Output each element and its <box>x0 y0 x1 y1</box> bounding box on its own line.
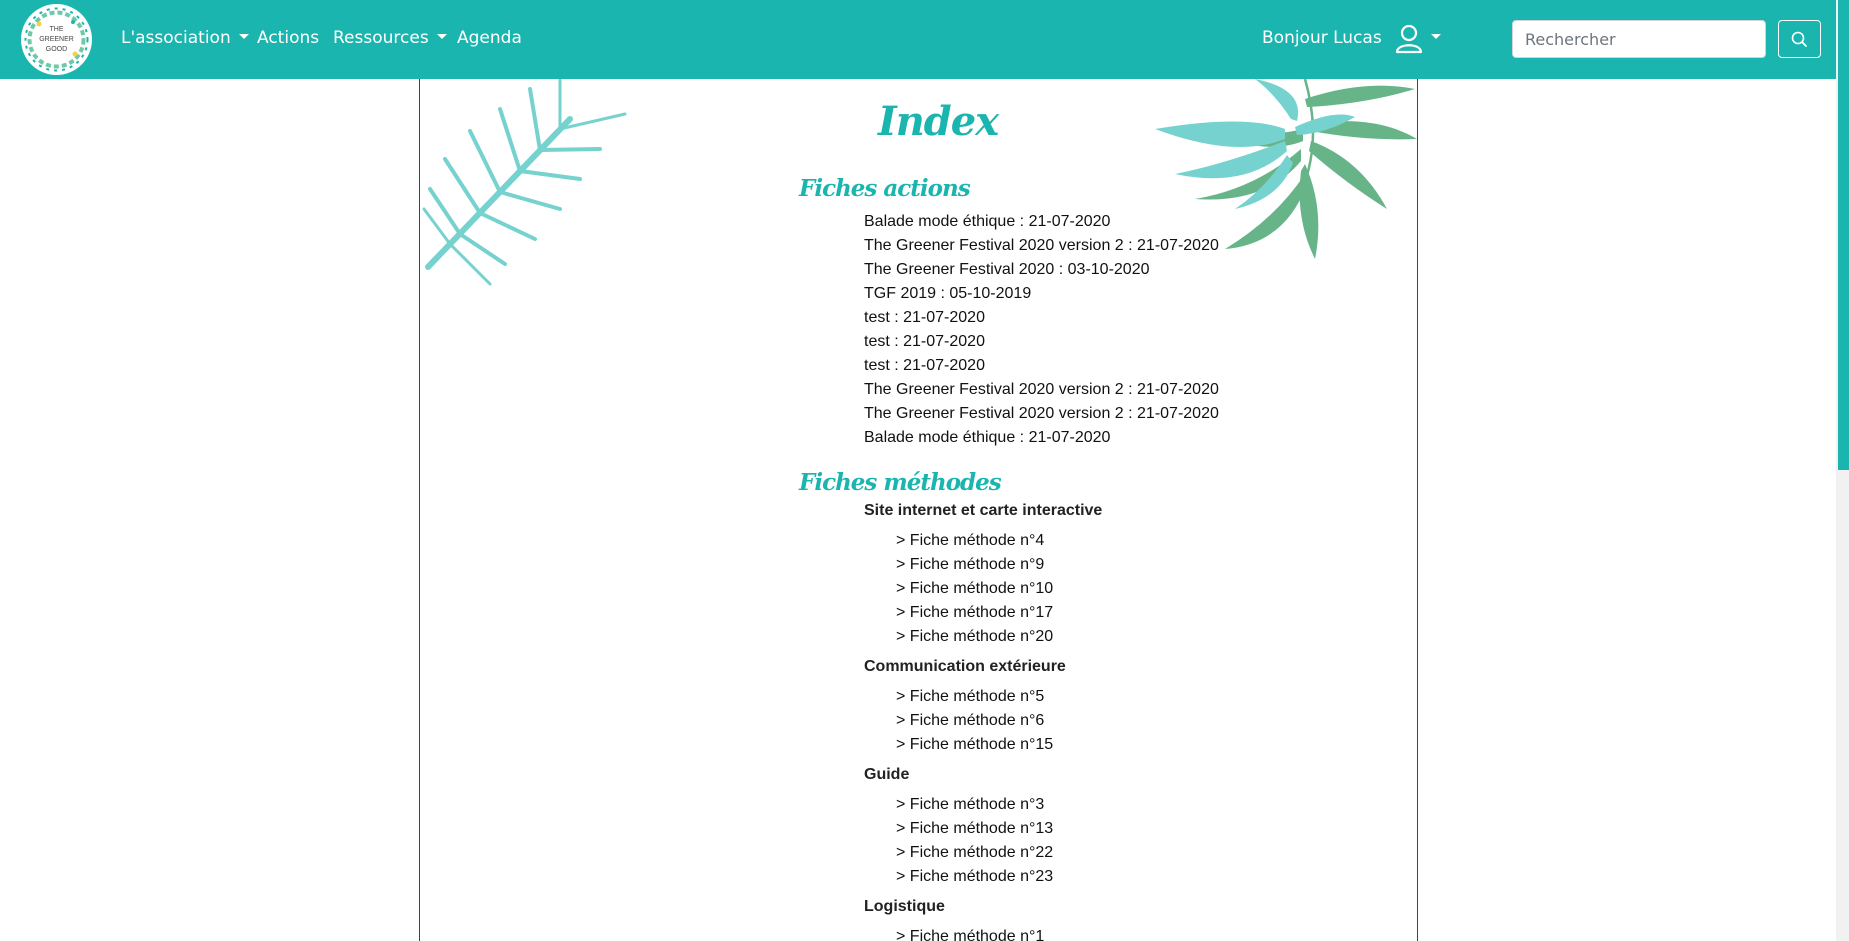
list-item: > Fiche méthode n°9 <box>896 553 1102 577</box>
list-item: > Fiche méthode n°10 <box>896 577 1102 601</box>
group-list: > Fiche méthode n°1 <box>864 925 1102 941</box>
list-item: > Fiche méthode n°22 <box>896 841 1102 865</box>
palm-leaf-decoration <box>422 79 627 286</box>
list-item: TGF 2019 : 05-10-2019 <box>864 282 1219 306</box>
nav-item-actions[interactable]: Actions <box>257 27 319 49</box>
chevron-down-icon <box>436 33 447 39</box>
method-link[interactable]: > Fiche méthode n°10 <box>896 580 1053 597</box>
method-link[interactable]: > Fiche méthode n°13 <box>896 820 1053 837</box>
method-link[interactable]: > Fiche méthode n°1 <box>896 928 1044 941</box>
group-title-communication: Communication extérieure <box>864 658 1066 675</box>
method-link[interactable]: > Fiche méthode n°3 <box>896 796 1044 813</box>
method-link[interactable]: > Fiche méthode n°22 <box>896 844 1053 861</box>
nav-item-agenda[interactable]: Agenda <box>457 27 522 49</box>
logo-text-line-2: GREENER <box>39 36 74 43</box>
list-item: The Greener Festival 2020 : 03-10-2020 <box>864 258 1219 282</box>
method-link[interactable]: > Fiche méthode n°4 <box>896 532 1044 549</box>
method-link[interactable]: > Fiche méthode n°20 <box>896 628 1053 645</box>
list-item: > Fiche méthode n°23 <box>896 865 1102 889</box>
action-link[interactable]: The Greener Festival 2020 version 2 : 21… <box>864 237 1219 254</box>
method-link[interactable]: > Fiche méthode n°5 <box>896 688 1044 705</box>
search-button[interactable] <box>1778 20 1821 58</box>
user-icon <box>1395 24 1441 54</box>
action-link[interactable]: Balade mode éthique : 21-07-2020 <box>864 213 1110 230</box>
action-link[interactable]: The Greener Festival 2020 version 2 : 21… <box>864 405 1219 422</box>
action-link[interactable]: test : 21-07-2020 <box>864 357 985 374</box>
logo-text-line-3: GOOD <box>46 46 67 53</box>
top-navbar: THE GREENER GOOD L'association Actions R… <box>0 0 1849 79</box>
logo-text-line-1: THE <box>50 26 64 33</box>
group-title-guide: Guide <box>864 766 910 783</box>
nav-label: Agenda <box>457 28 522 48</box>
actions-list: Balade mode éthique : 21-07-2020 The Gre… <box>864 210 1219 450</box>
group-title-logistique: Logistique <box>864 898 945 915</box>
list-item: > Fiche méthode n°4 <box>896 529 1102 553</box>
brand-logo[interactable]: THE GREENER GOOD <box>21 4 92 75</box>
methodes-groups: Site internet et carte interactive > Fic… <box>864 499 1102 941</box>
action-link[interactable]: Balade mode éthique : 21-07-2020 <box>864 429 1110 446</box>
scrollbar-thumb[interactable] <box>1838 0 1849 470</box>
nav-item-association[interactable]: L'association <box>121 27 249 49</box>
group-list: > Fiche méthode n°5 > Fiche méthode n°6 … <box>864 685 1102 757</box>
content-panel: Index Fiches actions Balade mode éthique… <box>419 79 1418 941</box>
user-menu-toggle[interactable] <box>1394 23 1444 55</box>
nav-label: Ressources <box>333 28 429 48</box>
list-item: > Fiche méthode n°6 <box>896 709 1102 733</box>
action-link[interactable]: The Greener Festival 2020 : 03-10-2020 <box>864 261 1150 278</box>
section-title-actions: Fiches actions <box>799 175 971 202</box>
user-greeting: Bonjour Lucas <box>1262 28 1382 48</box>
group-list: > Fiche méthode n°3 > Fiche méthode n°13… <box>864 793 1102 889</box>
list-item: > Fiche méthode n°5 <box>896 685 1102 709</box>
group-list: > Fiche méthode n°4 > Fiche méthode n°9 … <box>864 529 1102 649</box>
method-link[interactable]: > Fiche méthode n°15 <box>896 736 1053 753</box>
list-item: > Fiche méthode n°15 <box>896 733 1102 757</box>
section-title-methodes: Fiches méthodes <box>799 469 1002 496</box>
nav-label: Actions <box>257 28 320 48</box>
list-item: > Fiche méthode n°13 <box>896 817 1102 841</box>
list-item: > Fiche méthode n°17 <box>896 601 1102 625</box>
list-item: > Fiche méthode n°1 <box>896 925 1102 941</box>
method-link[interactable]: > Fiche méthode n°17 <box>896 604 1053 621</box>
method-link[interactable]: > Fiche méthode n°23 <box>896 868 1053 885</box>
list-item: test : 21-07-2020 <box>864 330 1219 354</box>
chevron-down-icon <box>238 33 249 39</box>
list-item: test : 21-07-2020 <box>864 354 1219 378</box>
wreath-logo-icon: THE GREENER GOOD <box>22 5 91 74</box>
action-link[interactable]: test : 21-07-2020 <box>864 309 985 326</box>
list-item: The Greener Festival 2020 version 2 : 21… <box>864 234 1219 258</box>
method-link[interactable]: > Fiche méthode n°6 <box>896 712 1044 729</box>
nav-label: L'association <box>121 28 231 48</box>
list-item: Balade mode éthique : 21-07-2020 <box>864 426 1219 450</box>
list-item: > Fiche méthode n°3 <box>896 793 1102 817</box>
page-title: Index <box>878 98 999 145</box>
list-item: test : 21-07-2020 <box>864 306 1219 330</box>
method-link[interactable]: > Fiche méthode n°9 <box>896 556 1044 573</box>
list-item: Balade mode éthique : 21-07-2020 <box>864 210 1219 234</box>
nav-item-ressources[interactable]: Ressources <box>333 27 447 49</box>
list-item: > Fiche méthode n°20 <box>896 625 1102 649</box>
action-link[interactable]: The Greener Festival 2020 version 2 : 21… <box>864 381 1219 398</box>
search-input[interactable] <box>1512 20 1766 58</box>
action-link[interactable]: TGF 2019 : 05-10-2019 <box>864 285 1031 302</box>
group-title-site-internet: Site internet et carte interactive <box>864 502 1103 519</box>
list-item: The Greener Festival 2020 version 2 : 21… <box>864 402 1219 426</box>
list-item: The Greener Festival 2020 version 2 : 21… <box>864 378 1219 402</box>
action-link[interactable]: test : 21-07-2020 <box>864 333 985 350</box>
search-icon <box>1791 31 1807 47</box>
